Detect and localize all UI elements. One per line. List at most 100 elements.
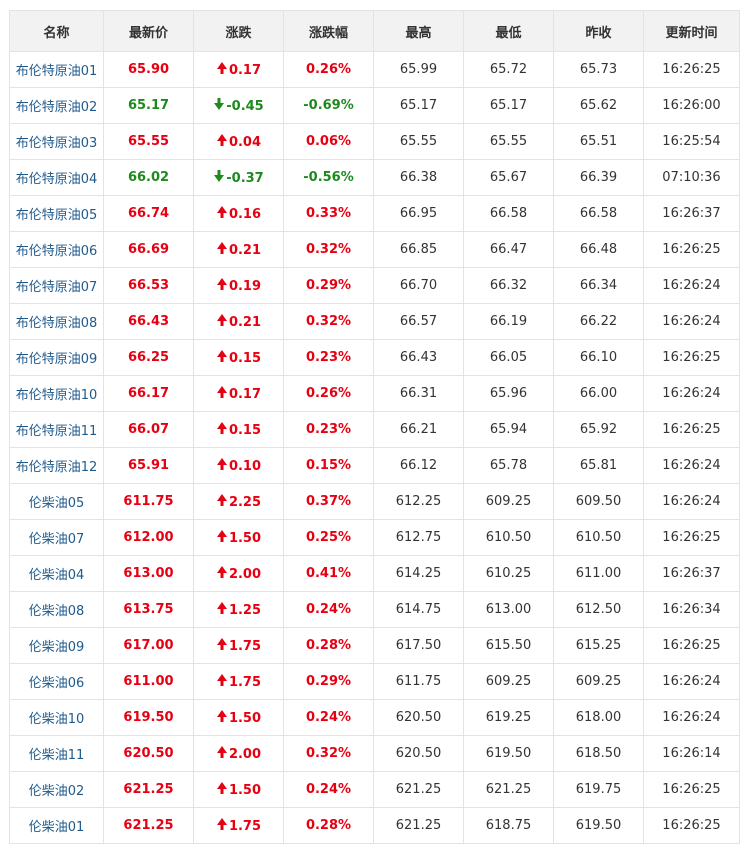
table-row[interactable]: 伦柴油10 619.50 1.50 0.24% 620.50 619.25 618.00 16… [9, 699, 740, 736]
table-row[interactable]: 布伦特原油10 66.17 0.17 0.26% 66.31 65.96 66.00 16:2… [9, 375, 740, 412]
instrument-name-link[interactable]: 伦柴油01 [9, 807, 104, 844]
table-row[interactable]: 伦柴油04 613.00 2.00 0.41% 614.25 610.25 611.00 16… [9, 555, 740, 592]
last-price: 611.75 [103, 483, 194, 520]
instrument-name-link[interactable]: 伦柴油06 [9, 663, 104, 700]
instrument-name[interactable]: 布伦特原油11 [16, 420, 98, 439]
instrument-name[interactable]: 布伦特原油04 [16, 168, 98, 187]
instrument-name-link[interactable]: 布伦特原油08 [9, 303, 104, 340]
arrow-up-icon [216, 601, 228, 618]
instrument-name[interactable]: 布伦特原油09 [16, 348, 98, 367]
instrument-name-link[interactable]: 伦柴油11 [9, 735, 104, 772]
instrument-name[interactable]: 布伦特原油07 [16, 276, 98, 295]
update-time: 16:26:34 [643, 591, 740, 628]
update-time: 16:26:24 [643, 303, 740, 340]
low-price: 619.25 [463, 699, 554, 736]
table-row[interactable]: 伦柴油05 611.75 2.25 0.37% 612.25 609.25 609.50 16… [9, 483, 740, 520]
table-row[interactable]: 伦柴油02 621.25 1.50 0.24% 621.25 621.25 619.75 16… [9, 771, 740, 808]
instrument-name[interactable]: 伦柴油05 [29, 492, 85, 511]
high-price: 66.85 [373, 231, 464, 268]
header-row: 名称 最新价 涨跌 涨跌幅 最高 最低 昨收 更新时间 [9, 10, 740, 52]
instrument-name-link[interactable]: 布伦特原油02 [9, 87, 104, 124]
table-row[interactable]: 布伦特原油01 65.90 0.17 0.26% 65.99 65.72 65.73 16:2… [9, 51, 740, 88]
change-value: 1.75 [228, 638, 262, 654]
table-row[interactable]: 伦柴油08 613.75 1.25 0.24% 614.75 613.00 612.50 16… [9, 591, 740, 628]
instrument-name-link[interactable]: 伦柴油05 [9, 483, 104, 520]
update-time: 16:26:24 [643, 483, 740, 520]
arrow-up-icon [216, 637, 228, 654]
instrument-name-link[interactable]: 伦柴油08 [9, 591, 104, 628]
instrument-name-link[interactable]: 布伦特原油11 [9, 411, 104, 448]
change-value: 0.10 [228, 458, 262, 474]
change-cell: 1.75 [193, 663, 284, 700]
instrument-name[interactable]: 伦柴油06 [29, 672, 85, 691]
instrument-name-link[interactable]: 布伦特原油06 [9, 231, 104, 268]
change-value: 1.75 [228, 818, 262, 834]
instrument-name[interactable]: 布伦特原油05 [16, 204, 98, 223]
prev-close: 618.00 [553, 699, 644, 736]
instrument-name[interactable]: 布伦特原油01 [16, 60, 98, 79]
instrument-name-link[interactable]: 布伦特原油03 [9, 123, 104, 160]
quotes-table: 名称 最新价 涨跌 涨跌幅 最高 最低 昨收 更新时间 布伦特原油01 65.90… [9, 10, 740, 844]
update-time: 07:10:36 [643, 159, 740, 196]
change-cell: -0.37 [193, 159, 284, 196]
table-row[interactable]: 布伦特原油04 66.02 -0.37 -0.56% 66.38 65.67 66.39 07… [9, 159, 740, 196]
instrument-name[interactable]: 伦柴油08 [29, 600, 85, 619]
last-price: 612.00 [103, 519, 194, 556]
table-row[interactable]: 布伦特原油09 66.25 0.15 0.23% 66.43 66.05 66.10 16:2… [9, 339, 740, 376]
table-row[interactable]: 布伦特原油07 66.53 0.19 0.29% 66.70 66.32 66.34 16:2… [9, 267, 740, 304]
high-price: 614.75 [373, 591, 464, 628]
prev-close: 65.62 [553, 87, 644, 124]
instrument-name[interactable]: 伦柴油02 [29, 780, 85, 799]
instrument-name[interactable]: 伦柴油07 [29, 528, 85, 547]
table-row[interactable]: 布伦特原油11 66.07 0.15 0.23% 66.21 65.94 65.92 16:2… [9, 411, 740, 448]
instrument-name-link[interactable]: 布伦特原油12 [9, 447, 104, 484]
instrument-name[interactable]: 布伦特原油06 [16, 240, 98, 259]
instrument-name[interactable]: 伦柴油11 [29, 744, 85, 763]
change-value: 1.25 [228, 602, 262, 618]
table-row[interactable]: 伦柴油07 612.00 1.50 0.25% 612.75 610.50 610.50 16… [9, 519, 740, 556]
instrument-name-link[interactable]: 布伦特原油05 [9, 195, 104, 232]
instrument-name-link[interactable]: 布伦特原油07 [9, 267, 104, 304]
instrument-name-link[interactable]: 布伦特原油01 [9, 51, 104, 88]
instrument-name[interactable]: 布伦特原油10 [16, 384, 98, 403]
instrument-name-link[interactable]: 伦柴油10 [9, 699, 104, 736]
instrument-name[interactable]: 伦柴油01 [29, 816, 85, 835]
instrument-name-link[interactable]: 伦柴油02 [9, 771, 104, 808]
instrument-name-link[interactable]: 伦柴油04 [9, 555, 104, 592]
instrument-name-link[interactable]: 布伦特原油09 [9, 339, 104, 376]
table-row[interactable]: 伦柴油01 621.25 1.75 0.28% 621.25 618.75 619.50 16… [9, 807, 740, 844]
table-row[interactable]: 布伦特原油12 65.91 0.10 0.15% 66.12 65.78 65.81 16:2… [9, 447, 740, 484]
last-price: 66.25 [103, 339, 194, 376]
instrument-name[interactable]: 布伦特原油08 [16, 312, 98, 331]
instrument-name[interactable]: 伦柴油09 [29, 636, 85, 655]
change-percent: 0.33% [283, 195, 374, 232]
instrument-name[interactable]: 布伦特原油03 [16, 132, 98, 151]
instrument-name[interactable]: 伦柴油10 [29, 708, 85, 727]
instrument-name[interactable]: 布伦特原油02 [16, 96, 98, 115]
instrument-name[interactable]: 伦柴油04 [29, 564, 85, 583]
table-row[interactable]: 伦柴油11 620.50 2.00 0.32% 620.50 619.50 618.50 16… [9, 735, 740, 772]
low-price: 66.47 [463, 231, 554, 268]
table-row[interactable]: 布伦特原油02 65.17 -0.45 -0.69% 65.17 65.17 65.62 16… [9, 87, 740, 124]
high-price: 66.31 [373, 375, 464, 412]
change-percent: 0.23% [283, 339, 374, 376]
low-price: 618.75 [463, 807, 554, 844]
last-price: 66.43 [103, 303, 194, 340]
last-price: 66.02 [103, 159, 194, 196]
table-row[interactable]: 布伦特原油05 66.74 0.16 0.33% 66.95 66.58 66.58 16:2… [9, 195, 740, 232]
table-row[interactable]: 布伦特原油06 66.69 0.21 0.32% 66.85 66.47 66.48 16:2… [9, 231, 740, 268]
instrument-name-link[interactable]: 伦柴油07 [9, 519, 104, 556]
change-value: -0.45 [226, 98, 264, 114]
table-row[interactable]: 布伦特原油08 66.43 0.21 0.32% 66.57 66.19 66.22 16:2… [9, 303, 740, 340]
table-row[interactable]: 伦柴油06 611.00 1.75 0.29% 611.75 609.25 609.25 16… [9, 663, 740, 700]
instrument-name[interactable]: 布伦特原油12 [16, 456, 98, 475]
last-price: 66.07 [103, 411, 194, 448]
instrument-name-link[interactable]: 伦柴油09 [9, 627, 104, 664]
update-time: 16:26:37 [643, 195, 740, 232]
table-row[interactable]: 伦柴油09 617.00 1.75 0.28% 617.50 615.50 615.25 16… [9, 627, 740, 664]
header-high: 最高 [373, 10, 464, 52]
instrument-name-link[interactable]: 布伦特原油04 [9, 159, 104, 196]
table-row[interactable]: 布伦特原油03 65.55 0.04 0.06% 65.55 65.55 65.51 16:2… [9, 123, 740, 160]
last-price: 621.25 [103, 807, 194, 844]
instrument-name-link[interactable]: 布伦特原油10 [9, 375, 104, 412]
